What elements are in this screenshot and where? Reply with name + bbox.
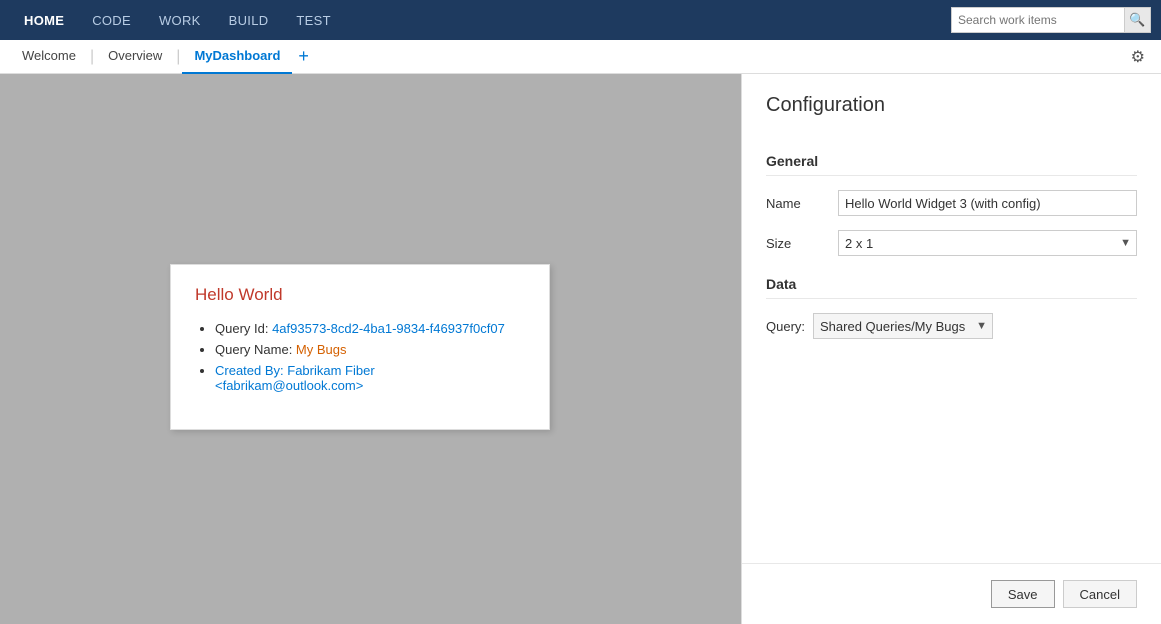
query-label: Query:: [766, 319, 805, 334]
name-label: Name: [766, 196, 826, 211]
search-icon-button[interactable]: 🔍: [1124, 8, 1150, 32]
widget-card: Hello World Query Id: 4af93573-8cd2-4ba1…: [170, 264, 550, 430]
dashboard-area: Hello World Query Id: 4af93573-8cd2-4ba1…: [0, 74, 741, 624]
nav-test[interactable]: TEST: [282, 0, 344, 40]
nav-build[interactable]: BUILD: [215, 0, 283, 40]
list-item: Query Id: 4af93573-8cd2-4ba1-9834-f46937…: [215, 321, 525, 336]
query-select-wrapper: Shared Queries/My Bugs Shared Queries/Al…: [813, 313, 993, 339]
widget-list: Query Id: 4af93573-8cd2-4ba1-9834-f46937…: [195, 321, 525, 393]
query-select[interactable]: Shared Queries/My Bugs Shared Queries/Al…: [813, 313, 993, 339]
size-row: Size 2 x 1 2 x 2 4 x 1 4 x 2 ▼: [766, 230, 1137, 256]
search-input[interactable]: [952, 8, 1124, 32]
sub-nav-left: Welcome | Overview | MyDashboard +: [10, 40, 315, 74]
nav-work[interactable]: WORK: [145, 0, 215, 40]
subnav-divider-1: |: [90, 48, 94, 66]
cancel-button[interactable]: Cancel: [1063, 580, 1137, 608]
search-box: 🔍: [951, 7, 1151, 33]
list-item: Query Name: My Bugs: [215, 342, 525, 357]
query-name-label: Query Name:: [215, 342, 296, 357]
top-nav: HOME CODE WORK BUILD TEST 🔍: [0, 0, 1161, 40]
size-label: Size: [766, 236, 826, 251]
sub-nav-right: ⚙: [1125, 47, 1151, 67]
top-nav-left: HOME CODE WORK BUILD TEST: [10, 0, 345, 40]
size-select-wrapper: 2 x 1 2 x 2 4 x 1 4 x 2 ▼: [838, 230, 1137, 256]
nav-code[interactable]: CODE: [78, 0, 145, 40]
subnav-divider-2: |: [176, 48, 180, 66]
list-item: Created By: Fabrikam Fiber <fabrikam@out…: [215, 363, 525, 393]
subnav-overview[interactable]: Overview: [96, 40, 174, 74]
widget-title: Hello World: [195, 285, 525, 305]
query-name-value: My Bugs: [296, 342, 347, 357]
query-id-label: Query Id:: [215, 321, 272, 336]
created-by-value: Created By: Fabrikam Fiber <fabrikam@out…: [215, 363, 375, 393]
gear-icon[interactable]: ⚙: [1125, 47, 1151, 67]
config-title: Configuration: [742, 74, 1161, 133]
subnav-welcome[interactable]: Welcome: [10, 40, 88, 74]
name-row: Name: [766, 190, 1137, 216]
general-section-title: General: [766, 153, 1137, 176]
sub-nav: Welcome | Overview | MyDashboard + ⚙: [0, 40, 1161, 74]
subnav-mydashboard[interactable]: MyDashboard: [182, 40, 292, 74]
main-area: Hello World Query Id: 4af93573-8cd2-4ba1…: [0, 74, 1161, 624]
query-id-value: 4af93573-8cd2-4ba1-9834-f46937f0cf07: [272, 321, 505, 336]
subnav-add-button[interactable]: +: [292, 40, 315, 74]
config-panel: Configuration General Name Size 2 x 1 2 …: [741, 74, 1161, 624]
config-footer: Save Cancel: [742, 563, 1161, 624]
query-row: Query: Shared Queries/My Bugs Shared Que…: [766, 313, 1137, 339]
top-nav-right: 🔍: [951, 7, 1151, 33]
size-select[interactable]: 2 x 1 2 x 2 4 x 1 4 x 2: [838, 230, 1137, 256]
name-input[interactable]: [838, 190, 1137, 216]
save-button[interactable]: Save: [991, 580, 1055, 608]
data-section-title: Data: [766, 276, 1137, 299]
nav-home[interactable]: HOME: [10, 0, 78, 40]
config-body: General Name Size 2 x 1 2 x 2 4 x 1 4 x …: [742, 133, 1161, 353]
